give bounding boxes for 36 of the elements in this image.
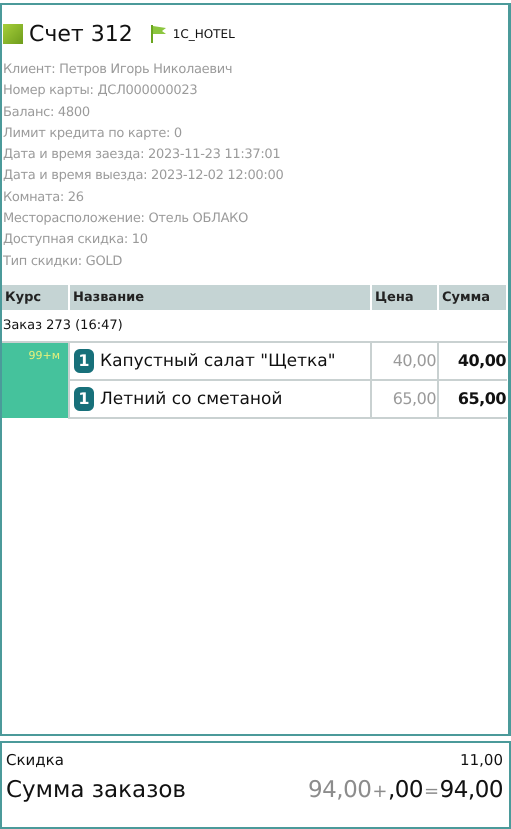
column-header: Название [69,284,371,310]
sum-cell: 40,00 [438,342,507,380]
flag-icon [150,25,167,43]
dish-name: Капустный салат "Щетка" [100,350,336,373]
info-line: Тип скидки: GOLD [3,252,124,271]
total-amount: 94,00 [440,777,503,803]
bill-title: Счет 312 [29,22,133,46]
info-line: Дата и время заезда: 2023-11-23 11:37:01 [3,146,282,164]
extra-amount: ,00 [388,777,424,803]
column-header: Цена [371,284,438,310]
plus-sign: + [372,781,387,802]
quantity-badge: 1 [74,348,94,373]
column-header: Курс [2,284,69,310]
square-icon [3,24,23,44]
info-line: Доступная скидка: 10 [3,231,149,250]
info-line: Дата и время выезда: 2023-12-02 12:00:00 [3,167,284,186]
quantity-badge: 1 [74,386,94,411]
column-header: Сумма [438,284,507,310]
info-line: Клиент: Петров Игорь Николаевич [3,61,234,79]
info-line: Комната: 26 [3,188,85,207]
info-line: Баланс: 4800 [3,104,91,122]
dish-name: Летний со сметаной [100,388,282,411]
discount-label: Скидка [6,751,64,769]
equals-sign: = [424,781,439,802]
info-line: Месторасположение: Отель ОБЛАКО [3,210,250,228]
orders-amount: 94,00 [308,777,372,803]
sum-cell: 65,00 [438,380,507,418]
info-line: Лимит кредита по карте: 0 [3,124,183,143]
total-label: Сумма заказов [6,777,186,803]
hotel-tag: 1C_HOTEL [172,27,235,41]
info-line: Номер карты: ДСЛ000000023 [3,82,198,100]
price-cell: 40,00 [371,342,438,380]
price-cell: 65,00 [371,380,438,418]
discount-value: 11,00 [460,751,503,769]
course-cell: 99+м [2,342,69,418]
order-group: Заказ 273 (16:47) [2,310,507,342]
